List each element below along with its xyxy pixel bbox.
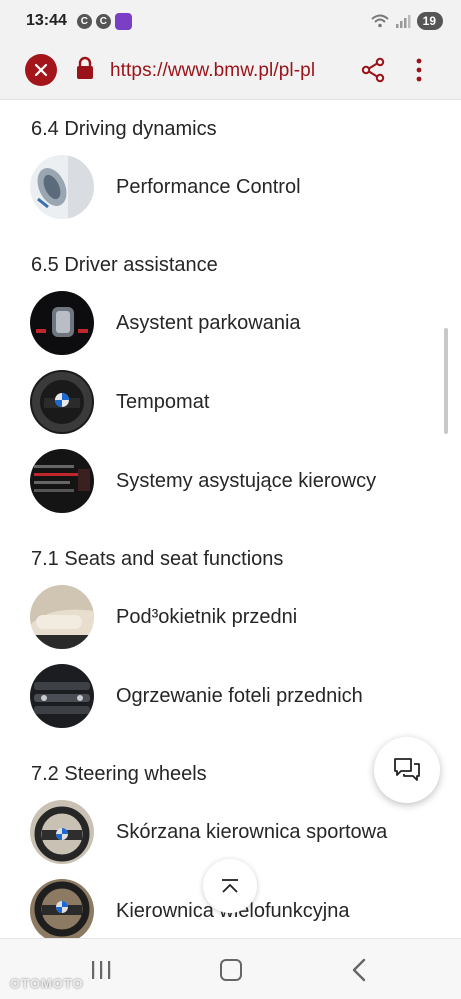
chat-button[interactable] (374, 737, 440, 803)
signal-icon (395, 15, 411, 28)
notification-icon: C (76, 13, 92, 29)
chat-icon (394, 758, 420, 781)
recent-apps-icon[interactable] (89, 959, 113, 981)
notification-icons: C C (76, 12, 132, 30)
list-item-cruise-control[interactable]: Tempomat (30, 370, 209, 434)
close-icon (34, 63, 48, 77)
item-label: Ogrzewanie foteli przednich (116, 684, 363, 707)
cruise-control-thumbnail (30, 370, 94, 434)
battery-indicator: 19 (416, 12, 443, 30)
section-title: 6.4 Driving dynamics (31, 118, 217, 140)
list-item-front-armrest[interactable]: Pod³okietnik przedni (30, 585, 297, 649)
performance-control-thumbnail (30, 155, 94, 219)
list-item-parking-assistant[interactable]: Asystent parkowania (30, 291, 301, 355)
multifunction-steering-wheel-thumbnail (30, 879, 94, 943)
item-label: Performance Control (116, 175, 301, 198)
status-time: 13:44 (26, 12, 67, 29)
scrollbar[interactable] (444, 328, 448, 434)
section-title: 6.5 Driver assistance (31, 254, 218, 276)
back-icon[interactable] (350, 958, 368, 982)
item-label: Skórzana kierownica sportowa (116, 820, 388, 843)
scroll-up-icon (222, 879, 238, 893)
browser-toolbar: https://www.bmw.pl/pl-pl (0, 42, 461, 100)
item-label: Tempomat (116, 390, 210, 413)
status-bar: 13:44 C C 19 (0, 0, 461, 42)
more-menu-icon[interactable] (412, 56, 426, 84)
wifi-icon (370, 14, 389, 28)
list-item-seat-heating[interactable]: Ogrzewanie foteli przednich (30, 664, 363, 728)
list-item-sport-steering-wheel[interactable]: Skórzana kierownica sportowa (30, 800, 387, 864)
app-notification-icon (114, 12, 132, 30)
share-icon[interactable] (361, 57, 385, 83)
url-field[interactable]: https://www.bmw.pl/pl-pl (110, 60, 315, 82)
list-item-multifunction-steering-wheel[interactable]: Kierownica wielofunkcyjna (30, 879, 349, 943)
section-title: 7.1 Seats and seat functions (31, 548, 284, 570)
close-tab-button[interactable] (25, 54, 57, 86)
home-icon[interactable] (220, 959, 242, 981)
list-item-performance-control[interactable]: Performance Control (30, 155, 301, 219)
scroll-to-top-button[interactable] (203, 859, 257, 913)
watermark: OTOMOTO (10, 976, 84, 991)
seat-heating-thumbnail (30, 664, 94, 728)
item-label: Pod³okietnik przedni (116, 605, 298, 628)
list-item-driver-assist-systems[interactable]: Systemy asystujące kierowcy (30, 449, 376, 513)
sport-steering-wheel-thumbnail (30, 800, 94, 864)
item-label: Asystent parkowania (116, 311, 301, 334)
notification-icon: C (95, 13, 111, 29)
item-label: Systemy asystujące kierowcy (116, 469, 377, 492)
driver-assist-systems-thumbnail (30, 449, 94, 513)
parking-assistant-thumbnail (30, 291, 94, 355)
section-title: 7.2 Steering wheels (31, 763, 207, 785)
front-armrest-thumbnail (30, 585, 94, 649)
lock-icon[interactable] (75, 56, 95, 80)
